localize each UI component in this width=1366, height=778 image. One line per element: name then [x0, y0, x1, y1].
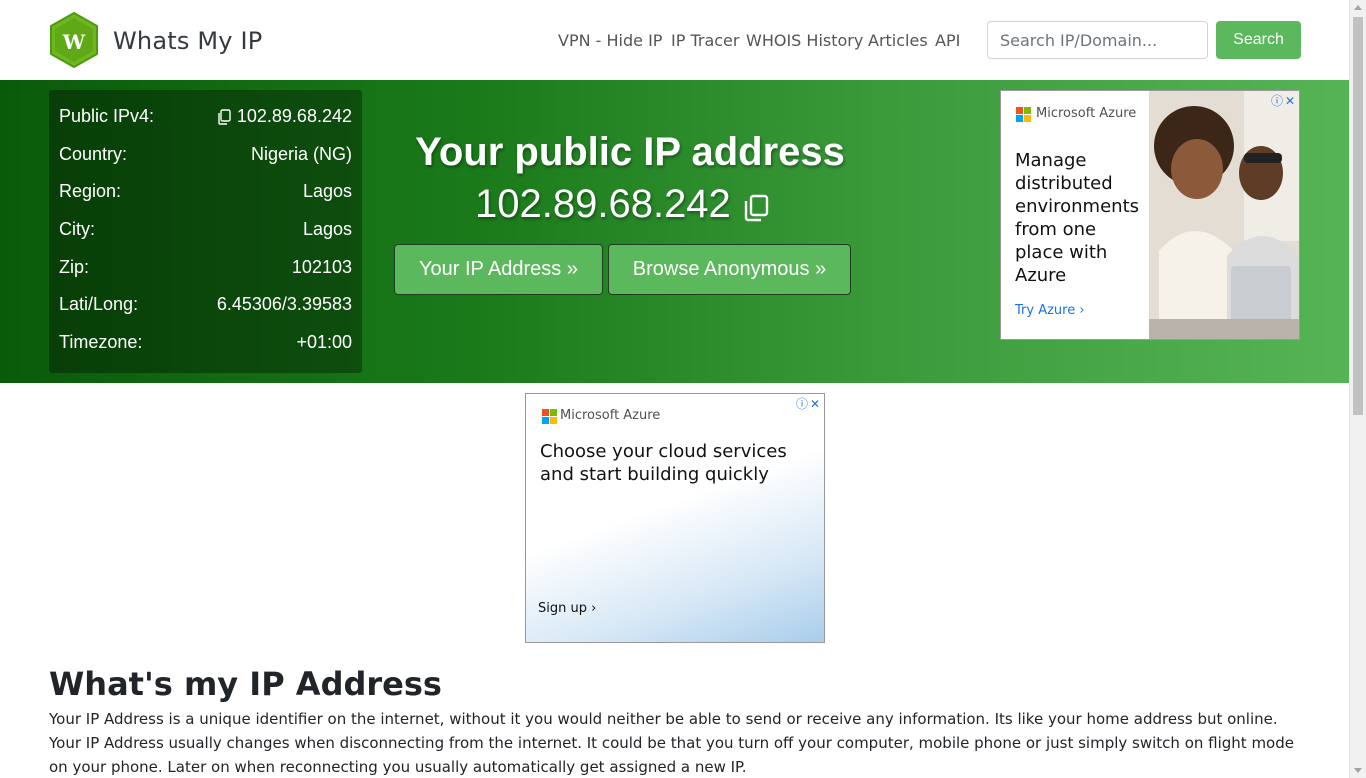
- ip-info-panel: Public IPv4: 102.89.68.242 Country: Nige…: [49, 90, 362, 373]
- info-row-region: Region: Lagos: [59, 181, 352, 205]
- ad-banner-center[interactable]: Microsoft Azure Choose your cloud servic…: [525, 393, 825, 643]
- ad-choices-icon[interactable]: ⓘ✕: [1271, 92, 1297, 109]
- ad-photo-image: [1149, 91, 1299, 339]
- site-header: W Whats My IP VPN - Hide IP IP Tracer WH…: [0, 0, 1349, 80]
- scroll-up-icon[interactable]: [1354, 5, 1362, 10]
- info-label: Region:: [59, 181, 122, 201]
- info-row-lat-long: Lati/Long: 6.45306/3.39583: [59, 294, 352, 318]
- page-scrollbar[interactable]: [1349, 0, 1366, 778]
- nav-ip-tracer-link[interactable]: IP Tracer: [671, 31, 739, 50]
- search-button[interactable]: Search: [1216, 21, 1301, 59]
- info-row-city: City: Lagos: [59, 219, 352, 243]
- info-row-country: Country: Nigeria (NG): [59, 144, 352, 168]
- info-row-timezone: Timezone: +01:00: [59, 332, 352, 356]
- content-paragraph: Your IP Address is a unique identifier o…: [49, 710, 1278, 728]
- info-value: 6.45306/3.39583: [216, 294, 352, 314]
- ad-cta-link[interactable]: Sign up ›: [538, 601, 596, 616]
- ad-cta-link[interactable]: Try Azure ›: [1015, 303, 1085, 318]
- info-label: Lati/Long:: [59, 294, 139, 314]
- hero-title: Your public IP address: [415, 130, 845, 174]
- copy-ip-icon[interactable]: [743, 194, 769, 222]
- info-label: Public IPv4:: [59, 106, 155, 126]
- microsoft-logo-icon: [1016, 107, 1031, 122]
- info-value: +01:00: [296, 332, 352, 352]
- scrollbar-thumb[interactable]: [1353, 17, 1363, 415]
- ad-banner-side[interactable]: Microsoft Azure Manage distributed envir…: [1000, 90, 1300, 340]
- nav-vpn-link[interactable]: VPN - Hide IP: [558, 31, 662, 50]
- info-label: Zip:: [59, 257, 90, 277]
- brand-name[interactable]: Whats My IP: [113, 27, 262, 55]
- ad-headline: Choose your cloud services and start bui…: [540, 441, 787, 485]
- search-input[interactable]: [987, 21, 1208, 59]
- content-title: What's my IP Address: [49, 665, 442, 703]
- ad-choices-icon[interactable]: ⓘ✕: [796, 395, 822, 412]
- copy-icon[interactable]: [217, 108, 231, 125]
- content-paragraph: Your IP Address usually changes when dis…: [49, 734, 1294, 776]
- nav-api-link[interactable]: API: [935, 31, 960, 50]
- scroll-down-icon[interactable]: [1354, 768, 1362, 773]
- info-label: Country:: [59, 144, 128, 164]
- microsoft-logo-icon: [542, 409, 557, 424]
- your-ip-address-button[interactable]: Your IP Address »: [394, 244, 603, 295]
- info-row-ipv4: Public IPv4: 102.89.68.242: [59, 106, 352, 130]
- info-label: Timezone:: [59, 332, 143, 352]
- ad-brand: Microsoft Azure: [560, 408, 661, 423]
- nav-articles-link[interactable]: Articles: [868, 31, 928, 50]
- info-value: Lagos: [302, 219, 352, 239]
- logo-letter: W: [62, 30, 86, 54]
- info-value: Lagos: [302, 181, 352, 201]
- ad-headline: Manage distributed environments from one…: [1015, 150, 1140, 286]
- site-logo-icon[interactable]: W: [49, 12, 99, 68]
- hero-ip-address: 102.89.68.242: [475, 182, 731, 226]
- info-value: 102103: [291, 257, 352, 277]
- info-row-zip: Zip: 102103: [59, 257, 352, 281]
- nav-whois-history-link[interactable]: WHOIS History: [746, 31, 863, 50]
- ad-brand: Microsoft Azure: [1036, 106, 1137, 121]
- info-value: Nigeria (NG): [250, 144, 352, 164]
- info-value: 102.89.68.242: [236, 106, 352, 126]
- info-label: City:: [59, 219, 95, 239]
- browse-anonymous-button[interactable]: Browse Anonymous »: [608, 244, 851, 295]
